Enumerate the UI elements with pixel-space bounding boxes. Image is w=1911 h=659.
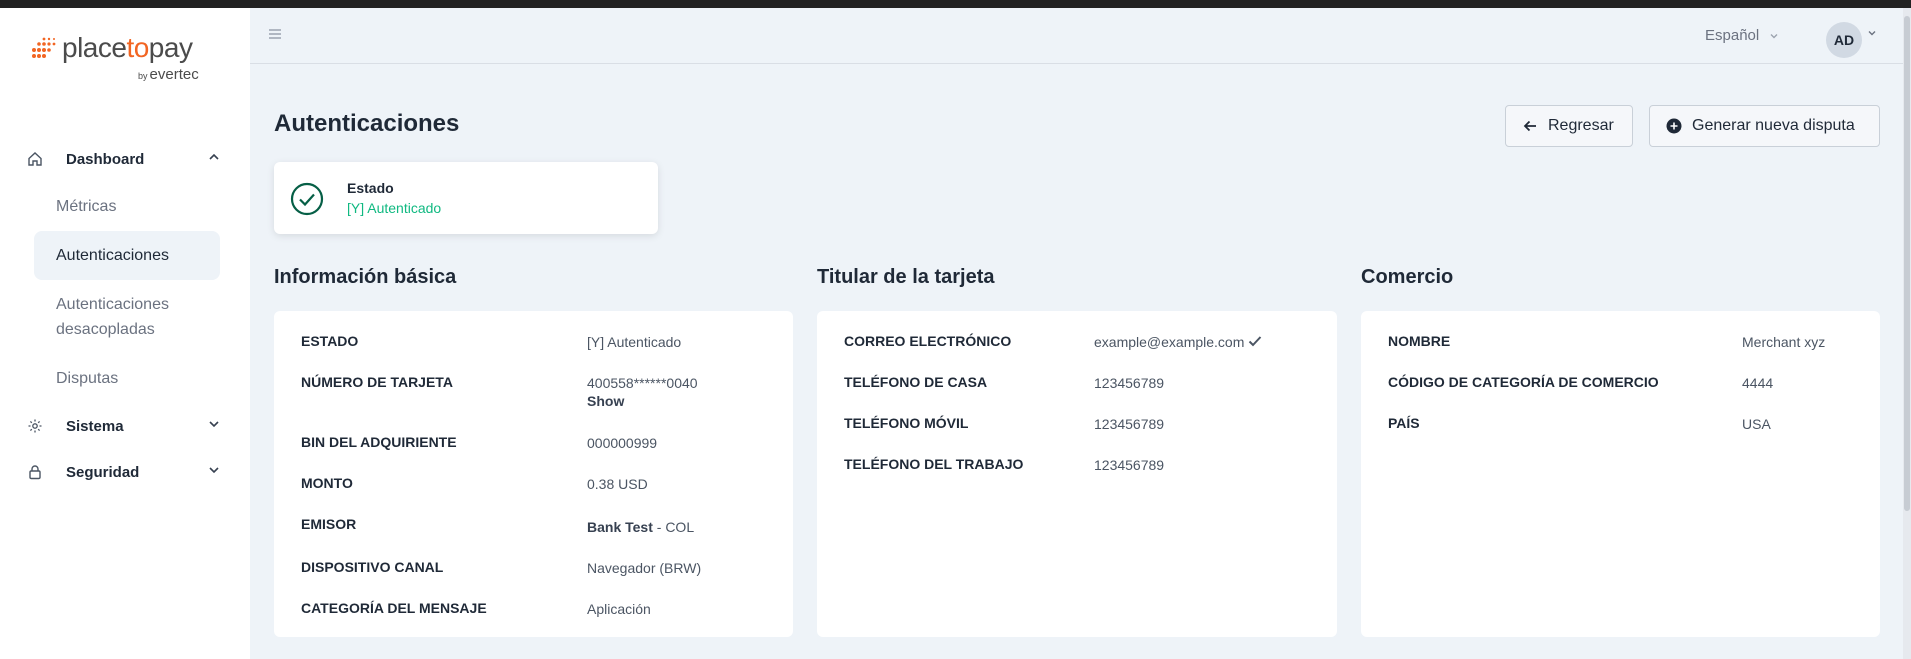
info-key: TELÉFONO MÓVIL	[844, 415, 969, 431]
sidebar-item-autenticaciones-desacopladas[interactable]: Autenticaciones desacopladas	[34, 280, 220, 354]
sidebar-item-seguridad[interactable]: Seguridad	[0, 449, 250, 495]
sidebar-item-label: Seguridad	[66, 463, 140, 481]
info-key: ESTADO	[301, 333, 359, 349]
info-row: NÚMERO DE TARJETA 400558******0040 Show	[301, 374, 773, 409]
merchant-card: NOMBRE Merchant xyz CÓDIGO DE CATEGORÍA D…	[1361, 311, 1880, 637]
email-text: example@example.com	[1094, 334, 1245, 350]
back-button-label: Regresar	[1548, 117, 1614, 134]
info-row: DISPOSITIVO CANAL Navegador (BRW)	[301, 559, 773, 576]
chevron-down-icon	[208, 417, 220, 435]
sidebar-item-sistema[interactable]: Sistema	[0, 403, 250, 449]
page-title: Autenticaciones	[274, 110, 460, 137]
info-key: NOMBRE	[1388, 333, 1451, 349]
info-row: CORREO ELECTRÓNICO example@example.com	[844, 333, 1317, 351]
info-row: ESTADO [Y] Autenticado	[301, 333, 773, 350]
info-key: MONTO	[301, 475, 353, 491]
info-value: Aplicación	[587, 601, 651, 617]
sidebar-item-disputas[interactable]: Disputas	[34, 354, 220, 403]
placetopay-logo[interactable]: placetopay by evertec	[30, 32, 220, 88]
sidebar-nav: Dashboard Métricas Autenticaciones Auten…	[0, 136, 250, 495]
info-value: 123456789	[1094, 457, 1165, 473]
checkmark-icon	[1249, 336, 1262, 347]
sidebar: placetopay by evertec Dashboard Métricas …	[0, 8, 250, 659]
info-row: CÓDIGO DE CATEGORÍA DE COMERCIO 4444	[1388, 374, 1860, 391]
card-number-value: 400558******0040 Show	[587, 374, 698, 410]
info-row: PAÍS USA	[1388, 415, 1860, 432]
language-selector[interactable]: Español	[1705, 27, 1779, 44]
info-key: CORREO ELECTRÓNICO	[844, 333, 1012, 349]
arrow-left-icon	[1523, 120, 1536, 132]
info-key: CÓDIGO DE CATEGORÍA DE COMERCIO	[1388, 374, 1659, 390]
status-label: Estado	[347, 180, 394, 196]
sidebar-item-metricas[interactable]: Métricas	[34, 182, 220, 231]
info-key: BIN DEL ADQUIRIENTE	[301, 434, 457, 450]
info-key: CATEGORÍA DEL MENSAJE	[301, 600, 487, 616]
home-icon	[26, 150, 44, 168]
info-value: 123456789	[1094, 416, 1165, 432]
status-value: [Y] Autenticado	[347, 200, 442, 216]
info-key: PAÍS	[1388, 415, 1420, 431]
check-circle-icon	[290, 182, 324, 216]
sidebar-item-label: Sistema	[66, 417, 124, 435]
email-value: example@example.com	[1094, 333, 1262, 351]
chevron-up-icon	[208, 150, 220, 168]
info-row: TELÉFONO DE CASA 123456789	[844, 374, 1317, 391]
section-title-merchant: Comercio	[1361, 266, 1454, 288]
info-row: EMISOR Bank Test - COL	[301, 516, 773, 535]
scrollbar-thumb[interactable]	[1904, 16, 1910, 511]
show-card-number-link[interactable]: Show	[587, 392, 698, 410]
info-key: TELÉFONO DEL TRABAJO	[844, 456, 1024, 472]
chevron-down-icon	[208, 463, 220, 481]
logo-dots-icon	[32, 37, 56, 58]
logo-wordmark: placetopay	[62, 32, 193, 63]
info-row: NOMBRE Merchant xyz	[1388, 333, 1860, 350]
basic-info-card: ESTADO [Y] Autenticado NÚMERO DE TARJETA 4…	[274, 311, 793, 637]
language-label: Español	[1705, 27, 1760, 44]
info-row: MONTO 0.38 USD	[301, 475, 773, 492]
info-key: DISPOSITIVO CANAL	[301, 559, 444, 575]
info-value: 000000999	[587, 435, 658, 451]
sidebar-item-label: Dashboard	[66, 150, 145, 168]
info-row: CATEGORÍA DEL MENSAJE Aplicación	[301, 600, 773, 617]
info-value: 123456789	[1094, 375, 1165, 391]
plus-circle-icon	[1666, 118, 1682, 134]
masked-card-number: 400558******0040	[587, 375, 698, 391]
issuer-value: Bank Test - COL	[587, 518, 694, 536]
status-card: Estado [Y] Autenticado	[274, 162, 658, 234]
issuer-country: - COL	[652, 519, 695, 535]
info-key: TELÉFONO DE CASA	[844, 374, 988, 390]
info-row: TELÉFONO DEL TRABAJO 123456789	[844, 456, 1317, 473]
info-value: 4444	[1742, 375, 1774, 391]
section-title-basic-info: Información básica	[274, 266, 457, 288]
info-value: [Y] Autenticado	[587, 334, 682, 350]
chevron-down-icon[interactable]	[1867, 28, 1877, 38]
info-key: EMISOR	[301, 516, 357, 532]
section-title-cardholder: Titular de la tarjeta	[817, 266, 995, 288]
sidebar-item-dashboard[interactable]: Dashboard	[0, 136, 250, 182]
sidebar-item-autenticaciones[interactable]: Autenticaciones	[34, 231, 220, 280]
info-key: NÚMERO DE TARJETA	[301, 374, 453, 390]
info-value: USA	[1742, 416, 1771, 432]
chevron-down-icon	[1770, 33, 1778, 38]
issuer-bank: Bank Test	[587, 519, 653, 535]
info-row: TELÉFONO MÓVIL 123456789	[844, 415, 1317, 432]
vertical-scrollbar[interactable]	[1903, 8, 1911, 659]
info-value: Navegador (BRW)	[587, 560, 702, 576]
hamburger-menu-icon[interactable]	[268, 28, 282, 40]
new-dispute-button[interactable]: Generar nueva disputa	[1649, 105, 1880, 147]
info-value: Merchant xyz	[1742, 334, 1826, 350]
cardholder-card: CORREO ELECTRÓNICO example@example.com TE…	[817, 311, 1337, 637]
window-top-bar	[0, 0, 1911, 8]
logo-subtitle: by evertec	[138, 66, 199, 83]
user-avatar[interactable]: AD	[1826, 22, 1862, 58]
lock-icon	[26, 463, 44, 481]
info-row: BIN DEL ADQUIRIENTE 000000999	[301, 434, 773, 451]
top-header: Español AD	[250, 8, 1911, 64]
info-value: 0.38 USD	[587, 476, 648, 492]
new-dispute-button-label: Generar nueva disputa	[1692, 117, 1855, 134]
back-button[interactable]: Regresar	[1505, 105, 1633, 147]
gear-icon	[26, 417, 44, 435]
